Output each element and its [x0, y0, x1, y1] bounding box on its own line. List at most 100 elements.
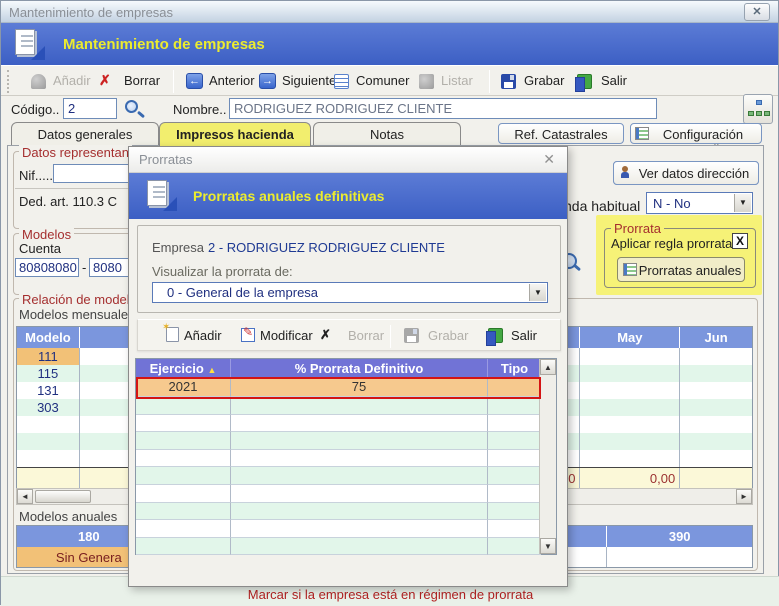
dialog-titlebar: Prorratas ✕ — [129, 147, 567, 173]
col-390-header[interactable]: 390 — [607, 526, 752, 547]
empty-row[interactable] — [136, 415, 556, 433]
prorrata-dropdown[interactable]: 0 - General de la empresa ▼ — [152, 282, 548, 303]
aplicar-regla-label: Aplicar regla prorrata — [611, 236, 732, 251]
scroll-right-icon[interactable]: ► — [736, 489, 752, 504]
close-icon[interactable]: ✕ — [744, 3, 770, 21]
prorratas-dialog: Prorratas ✕ Prorratas anuales definitiva… — [128, 146, 568, 587]
empty-row[interactable] — [136, 520, 556, 538]
dialog-info-box: Empresa 2 - RODRIGUEZ RODRIGUEZ CLIENTE … — [137, 225, 561, 313]
dropdown-arrow-icon[interactable]: ▼ — [734, 194, 751, 212]
col-may-header[interactable]: May — [580, 327, 680, 348]
col-prorrata-header[interactable]: % Prorrata Definitivo — [231, 359, 488, 377]
scroll-left-icon[interactable]: ◄ — [17, 489, 33, 504]
search-icon[interactable] — [125, 100, 138, 113]
cuenta-input-1[interactable]: 80808080 — [15, 258, 79, 277]
codigo-input[interactable]: 2 — [63, 98, 117, 119]
delete-icon: ✗ — [99, 72, 111, 90]
empty-row[interactable] — [136, 538, 556, 556]
header-banner: Mantenimiento de empresas — [1, 23, 778, 65]
dialog-banner: Prorratas anuales definitivas — [129, 173, 567, 219]
dialog-add-button[interactable]: Añadir — [184, 328, 222, 343]
codigo-label: Código.. — [11, 102, 59, 117]
scrollbar-thumb[interactable] — [35, 490, 91, 503]
group-prorrata-label: Prorrata — [611, 221, 664, 236]
document-icon — [13, 28, 45, 60]
dialog-exit-icon — [488, 328, 503, 343]
empty-row[interactable] — [136, 450, 556, 468]
dialog-delete-button[interactable]: Borrar — [348, 328, 384, 343]
email-grid-icon — [635, 127, 649, 140]
sort-ascending-icon: ▲ — [207, 365, 216, 375]
dialog-close-icon[interactable]: ✕ — [543, 151, 555, 168]
previous-icon: ← — [186, 73, 203, 91]
window-title: Mantenimiento de empresas — [9, 5, 173, 20]
empty-row[interactable] — [136, 485, 556, 503]
col-jun-header[interactable]: Jun — [680, 327, 752, 348]
empty-row[interactable] — [136, 432, 556, 450]
exit-icon — [577, 74, 592, 92]
prorrata-dropdown-arrow-icon[interactable]: ▼ — [529, 284, 546, 301]
add-icon — [31, 74, 46, 92]
main-window: Mantenimiento de empresas ✕ Mantenimient… — [0, 0, 779, 605]
habitual-dropdown[interactable]: N - No ▼ — [646, 192, 753, 214]
ded-art-text: Ded. art. 110.3 C — [19, 194, 117, 209]
org-chart-icon — [756, 100, 762, 105]
dialog-title: Prorratas — [139, 152, 192, 167]
dialog-save-button[interactable]: Grabar — [428, 328, 468, 343]
col-ejercicio-header[interactable]: Ejercicio ▲ — [136, 359, 231, 377]
previous-button[interactable]: Anterior — [209, 73, 255, 91]
prorratas-header-row: Ejercicio ▲ % Prorrata Definitivo Tipo — [136, 359, 556, 377]
dialog-delete-icon: ✗ — [320, 327, 331, 343]
dialog-save-icon — [404, 328, 419, 343]
modelos-anuales-label: Modelos anuales — [19, 509, 117, 524]
prorratas-table: Ejercicio ▲ % Prorrata Definitivo Tipo 2… — [135, 358, 557, 555]
next-button[interactable]: Siguiente — [282, 73, 336, 91]
org-chart-button[interactable] — [743, 94, 773, 124]
vivienda-habitual-label: nda habitual — [564, 198, 640, 214]
scroll-up-icon[interactable]: ▲ — [540, 359, 556, 375]
toolbar-grip — [7, 70, 10, 93]
dialog-toolbar: ✶ Añadir Modificar ✗ Borrar Grabar Salir — [137, 319, 561, 351]
col-tipo-header[interactable]: Tipo — [488, 359, 541, 377]
dialog-add-icon: ✶ — [166, 327, 179, 342]
config-email-button[interactable]: Configuración Email — [630, 123, 762, 144]
delete-button[interactable]: Borrar — [124, 73, 160, 91]
dialog-edit-button[interactable]: Modificar — [260, 328, 313, 343]
modelos-mensuales-label: Modelos mensuale — [19, 307, 128, 322]
group-relacion-label: Relación de model — [19, 292, 133, 307]
empresa-label: Empresa — [152, 240, 204, 255]
empresa-value: 2 - RODRIGUEZ RODRIGUEZ CLIENTE — [208, 240, 445, 255]
status-text: Marcar si la empresa está en régimen de … — [1, 587, 779, 602]
toolbar-separator-2 — [489, 70, 490, 93]
list-button[interactable]: Listar — [441, 73, 473, 91]
selected-row-highlight — [136, 377, 541, 399]
banner-title: Mantenimiento de empresas — [63, 36, 265, 53]
dialog-document-icon — [145, 179, 177, 211]
save-icon — [501, 74, 516, 92]
window-titlebar: Mantenimiento de empresas ✕ — [1, 1, 778, 23]
next-icon: → — [259, 73, 276, 91]
group-datos-representante-label: Datos representan — [19, 145, 132, 160]
group-modelos-label: Modelos — [19, 227, 74, 242]
exit-button[interactable]: Salir — [601, 73, 627, 91]
tab-impresos-hacienda[interactable]: Impresos hacienda — [159, 122, 311, 146]
dialog-exit-button[interactable]: Salir — [511, 328, 537, 343]
dialog-banner-title: Prorratas anuales definitivas — [193, 188, 384, 204]
nombre-label: Nombre.. — [173, 102, 226, 117]
tab-notas[interactable]: Notas — [313, 122, 461, 145]
habitual-value: N - No — [653, 196, 691, 211]
add-button[interactable]: Añadir — [53, 73, 91, 91]
toolbar-separator — [173, 70, 174, 93]
dialog-vertical-scrollbar[interactable]: ▲ ▼ — [539, 359, 556, 554]
empty-row[interactable] — [136, 503, 556, 521]
ref-catastrales-button[interactable]: Ref. Catastrales — [498, 123, 624, 144]
col-modelo-header[interactable]: Modelo — [17, 327, 80, 348]
scroll-down-icon[interactable]: ▼ — [540, 538, 556, 554]
common-button[interactable]: Comuner — [356, 73, 409, 91]
empty-row[interactable] — [136, 397, 556, 415]
empty-row[interactable] — [136, 467, 556, 485]
tab-datos-generales[interactable]: Datos generales — [11, 122, 159, 145]
aplicar-regla-checkbox[interactable]: X — [732, 233, 748, 249]
save-button[interactable]: Grabar — [524, 73, 564, 91]
nombre-input[interactable]: RODRIGUEZ RODRIGUEZ CLIENTE — [229, 98, 657, 119]
